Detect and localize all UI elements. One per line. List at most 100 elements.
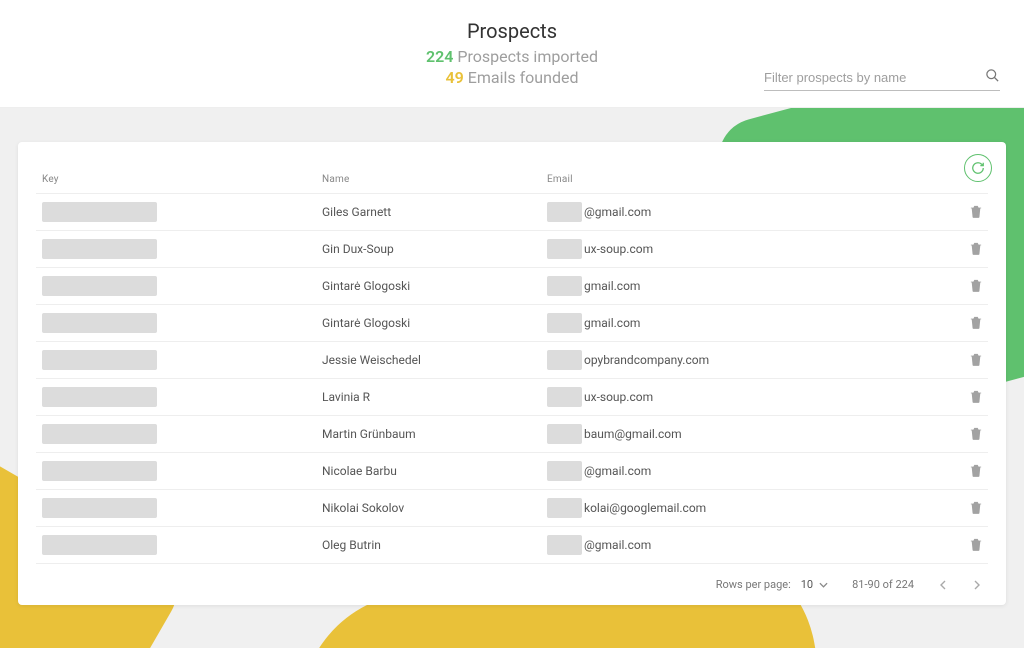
email-suffix: @gmail.com — [584, 538, 651, 552]
stats-summary: 224 Prospects imported 49 Emails founded — [426, 47, 598, 89]
cell-actions — [942, 426, 982, 443]
table-row: Gintarė Glogoskigmail.com — [36, 304, 988, 341]
chevron-down-icon — [819, 582, 828, 588]
cell-email: @gmail.com — [547, 202, 942, 222]
delete-button[interactable] — [970, 389, 982, 403]
chevron-right-icon — [972, 580, 982, 590]
cell-actions — [942, 352, 982, 369]
th-name: Name — [322, 174, 547, 185]
cell-email: kolai@googlemail.com — [547, 498, 942, 518]
cell-actions — [942, 537, 982, 554]
delete-button[interactable] — [970, 278, 982, 292]
cell-name: Oleg Butrin — [322, 538, 547, 552]
delete-button[interactable] — [970, 463, 982, 477]
cell-key — [42, 535, 322, 555]
cell-actions — [942, 463, 982, 480]
redacted-email-prefix — [547, 350, 582, 370]
cell-name: Martin Grünbaum — [322, 427, 547, 441]
redacted-email-prefix — [547, 276, 582, 296]
redacted-key — [42, 498, 157, 518]
cell-key — [42, 498, 322, 518]
redacted-email-prefix — [547, 239, 582, 259]
cell-key — [42, 461, 322, 481]
rows-per-page-select[interactable]: 10 — [801, 578, 828, 591]
cell-actions — [942, 315, 982, 332]
cell-actions — [942, 204, 982, 221]
table-row: Nicolae Barbu @gmail.com — [36, 452, 988, 489]
prospects-table: Key Name Email Giles Garnett@gmail.comGi… — [36, 156, 988, 564]
redacted-email-prefix — [547, 313, 582, 333]
cell-key — [42, 387, 322, 407]
email-suffix: ux-soup.com — [584, 242, 653, 256]
stat-imported-count: 224 — [426, 47, 453, 66]
prev-page-button[interactable] — [938, 580, 948, 590]
table-row: Gin Dux-Soup ux-soup.com — [36, 230, 988, 267]
redacted-key — [42, 276, 157, 296]
cell-name: Gin Dux-Soup — [322, 242, 547, 256]
filter-container — [764, 68, 1000, 91]
table-row: Nikolai Sokolov kolai@googlemail.com — [36, 489, 988, 526]
table-row: Giles Garnett @gmail.com — [36, 193, 988, 230]
redacted-key — [42, 313, 157, 333]
stat-imported-label: Prospects imported — [457, 47, 598, 66]
th-email: Email — [547, 174, 942, 185]
redacted-email-prefix — [547, 461, 582, 481]
th-key: Key — [42, 174, 322, 185]
delete-button[interactable] — [970, 241, 982, 255]
table-row: Jessie Weischedelopybrandcompany.com — [36, 341, 988, 378]
cell-email: gmail.com — [547, 276, 942, 296]
delete-button[interactable] — [970, 500, 982, 514]
cell-email: opybrandcompany.com — [547, 350, 942, 370]
redacted-key — [42, 424, 157, 444]
redacted-key — [42, 202, 157, 222]
redacted-key — [42, 535, 157, 555]
email-suffix: @gmail.com — [584, 464, 651, 478]
cell-name: Giles Garnett — [322, 205, 547, 219]
delete-button[interactable] — [970, 204, 982, 218]
rows-per-page-label: Rows per page: — [716, 578, 791, 591]
cell-name: Gintarė Glogoski — [322, 279, 547, 293]
email-suffix: opybrandcompany.com — [584, 353, 709, 367]
redacted-email-prefix — [547, 498, 582, 518]
cell-name: Nicolae Barbu — [322, 464, 547, 478]
cell-actions — [942, 389, 982, 406]
stat-founded-label: Emails founded — [468, 68, 579, 87]
redacted-email-prefix — [547, 387, 582, 407]
cell-email: ux-soup.com — [547, 239, 942, 259]
email-suffix: ux-soup.com — [584, 390, 653, 404]
email-suffix: gmail.com — [584, 316, 640, 330]
delete-button[interactable] — [970, 537, 982, 551]
pagination-range: 81-90 of 224 — [852, 578, 914, 591]
email-suffix: gmail.com — [584, 279, 640, 293]
filter-input[interactable] — [764, 70, 985, 85]
redacted-key — [42, 387, 157, 407]
table-row: Oleg Butrin @gmail.com — [36, 526, 988, 564]
table-body: Giles Garnett @gmail.com Gin Dux-Soup ux-so… — [36, 193, 988, 564]
redacted-email-prefix — [547, 535, 582, 555]
stat-founded-count: 49 — [446, 68, 464, 87]
cell-name: Nikolai Sokolov — [322, 501, 547, 515]
rows-per-page: Rows per page: 10 — [716, 578, 828, 591]
header-bar: Prospects 224 Prospects imported 49 Emai… — [0, 0, 1024, 108]
delete-button[interactable] — [970, 352, 982, 366]
stat-founded: 49 Emails founded — [426, 68, 598, 89]
cell-name: Lavinia R — [322, 390, 547, 404]
cell-email: gmail.com — [547, 313, 942, 333]
redacted-email-prefix — [547, 202, 582, 222]
email-suffix: @gmail.com — [584, 205, 651, 219]
refresh-button[interactable] — [964, 154, 992, 182]
next-page-button[interactable] — [972, 580, 982, 590]
chevron-left-icon — [938, 580, 948, 590]
search-icon[interactable] — [985, 68, 1000, 87]
cell-actions — [942, 500, 982, 517]
delete-button[interactable] — [970, 426, 982, 440]
stat-imported: 224 Prospects imported — [426, 47, 598, 68]
delete-button[interactable] — [970, 315, 982, 329]
cell-key — [42, 424, 322, 444]
cell-email: @gmail.com — [547, 461, 942, 481]
table-header: Key Name Email — [36, 156, 988, 193]
cell-key — [42, 239, 322, 259]
email-suffix: kolai@googlemail.com — [584, 501, 706, 515]
cell-email: baum@gmail.com — [547, 424, 942, 444]
redacted-key — [42, 239, 157, 259]
